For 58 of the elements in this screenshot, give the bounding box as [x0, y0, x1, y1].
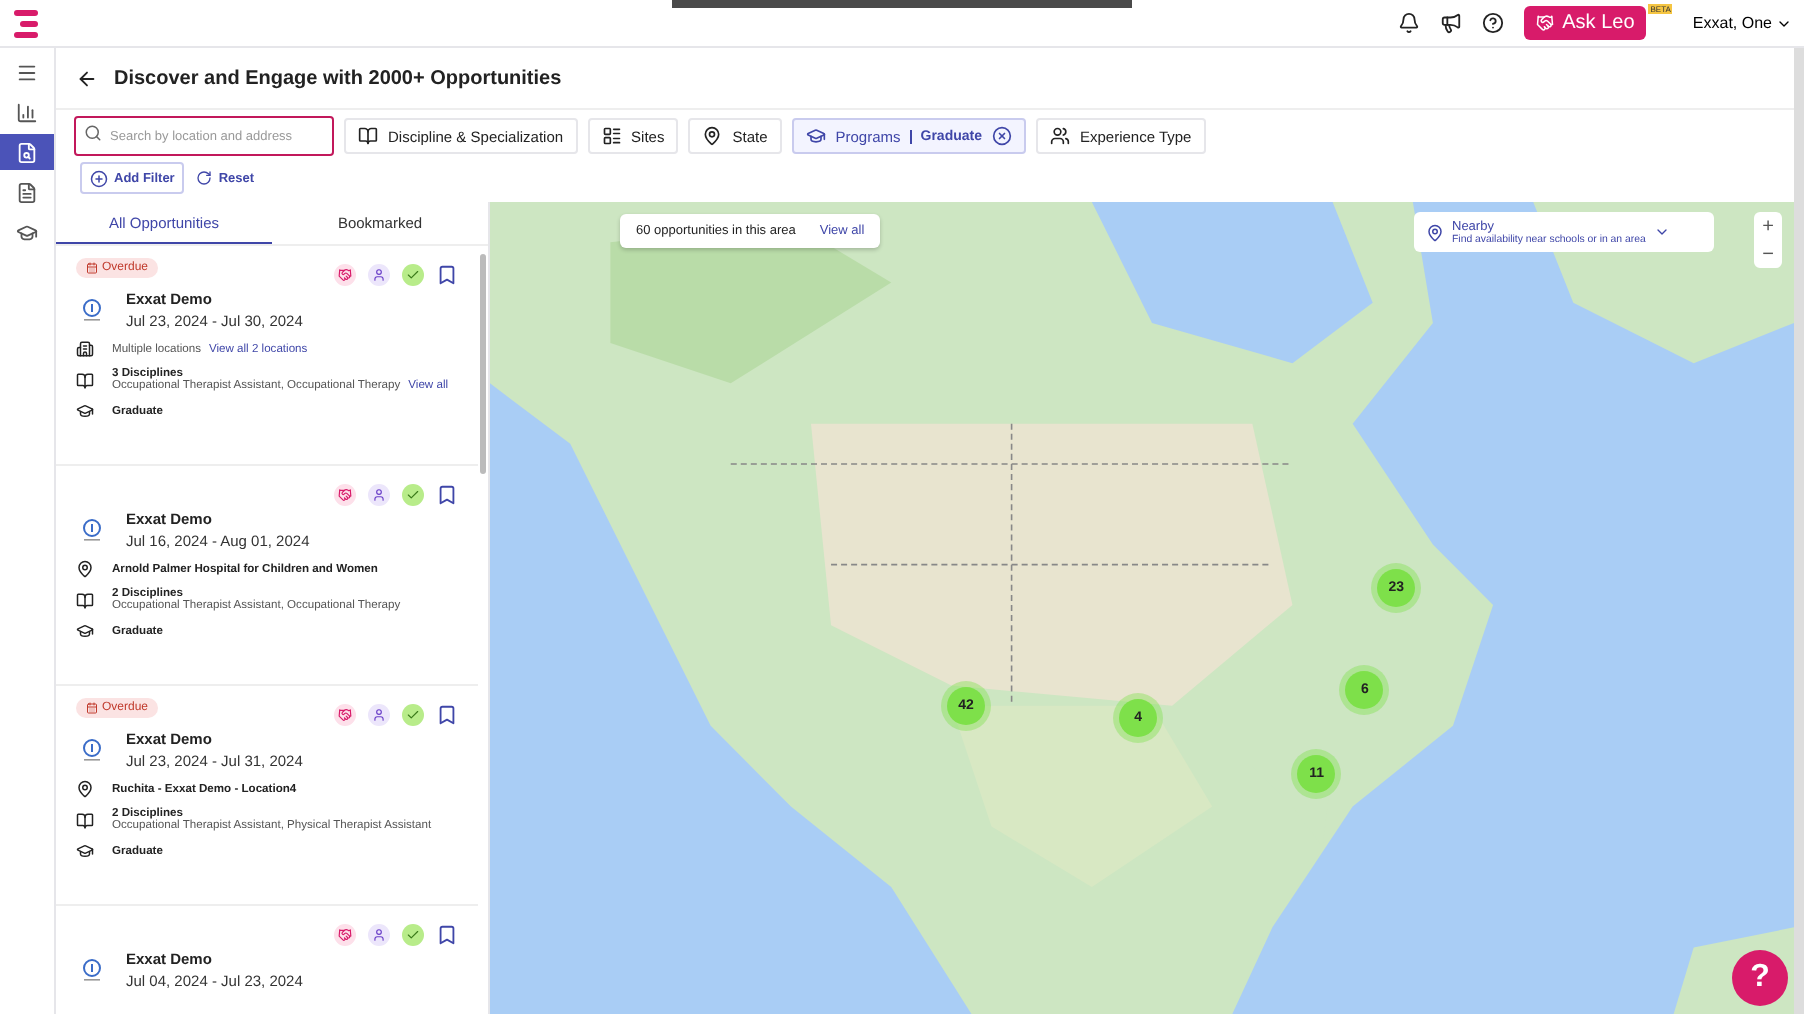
handshake-icon: [334, 923, 356, 945]
check-icon: [402, 923, 424, 945]
graduation-cap-icon: [805, 126, 826, 146]
map-pin-icon: [76, 780, 94, 798]
organization-logo-icon: [82, 958, 102, 982]
person-icon: [368, 703, 390, 725]
handshake-icon: [334, 483, 356, 505]
book-icon: [76, 811, 94, 829]
clear-icon: [992, 126, 1012, 146]
organization-logo-icon: [82, 518, 102, 542]
graduation-cap-icon: [16, 221, 38, 243]
notification-bell-icon[interactable]: [1398, 12, 1421, 34]
person-icon: [368, 923, 390, 945]
sites-icon: [601, 126, 622, 146]
user-menu[interactable]: Exxat, One: [1692, 14, 1792, 32]
graduation-cap-icon: [76, 622, 94, 640]
book-icon: [76, 591, 94, 609]
document-search-icon: [16, 141, 38, 163]
check-icon: [402, 483, 424, 505]
back-arrow-icon[interactable]: [76, 67, 98, 89]
graduation-cap-icon: [76, 842, 94, 860]
menu-icon: [16, 61, 38, 83]
organization-logo-icon: [82, 298, 102, 322]
help-icon[interactable]: [1482, 12, 1505, 34]
book-icon: [358, 126, 378, 146]
page-title: Discover and Engage with 2000+ Opportunities: [114, 67, 562, 89]
ask-leo-button[interactable]: Ask Leo: [1524, 6, 1647, 40]
sidebar-item[interactable]: [0, 134, 54, 170]
zoom-out-button[interactable]: −: [1754, 240, 1782, 268]
chevron-down-icon: [1653, 224, 1670, 240]
logo-icon: [12, 7, 40, 39]
buildings-icon: [76, 340, 94, 358]
bookmark-icon[interactable]: [436, 703, 458, 725]
bookmark-icon[interactable]: [436, 263, 458, 285]
organization-logo-icon: [82, 738, 102, 762]
bar-chart-icon: [16, 101, 38, 123]
person-icon: [368, 263, 390, 285]
bookmark-icon[interactable]: [436, 483, 458, 505]
plus-icon: [90, 169, 108, 187]
graduation-cap-icon: [76, 402, 94, 420]
map-pin-icon: [1426, 223, 1444, 241]
check-icon: [402, 703, 424, 725]
zoom-in-button[interactable]: +: [1754, 212, 1782, 240]
document-icon: [16, 181, 38, 203]
book-icon: [76, 371, 94, 389]
map-pin-icon: [702, 126, 723, 146]
megaphone-icon[interactable]: [1440, 12, 1463, 34]
check-icon: [402, 263, 424, 285]
reset-icon: [196, 170, 213, 186]
people-icon: [1050, 126, 1070, 146]
handshake-icon: [334, 703, 356, 725]
search-icon: [84, 124, 102, 142]
handshake-icon: [334, 263, 356, 285]
map-pin-icon: [76, 560, 94, 578]
bookmark-icon[interactable]: [436, 923, 458, 945]
handshake-icon: [1536, 14, 1555, 32]
scrollbar[interactable]: [480, 254, 486, 474]
person-icon: [368, 483, 390, 505]
